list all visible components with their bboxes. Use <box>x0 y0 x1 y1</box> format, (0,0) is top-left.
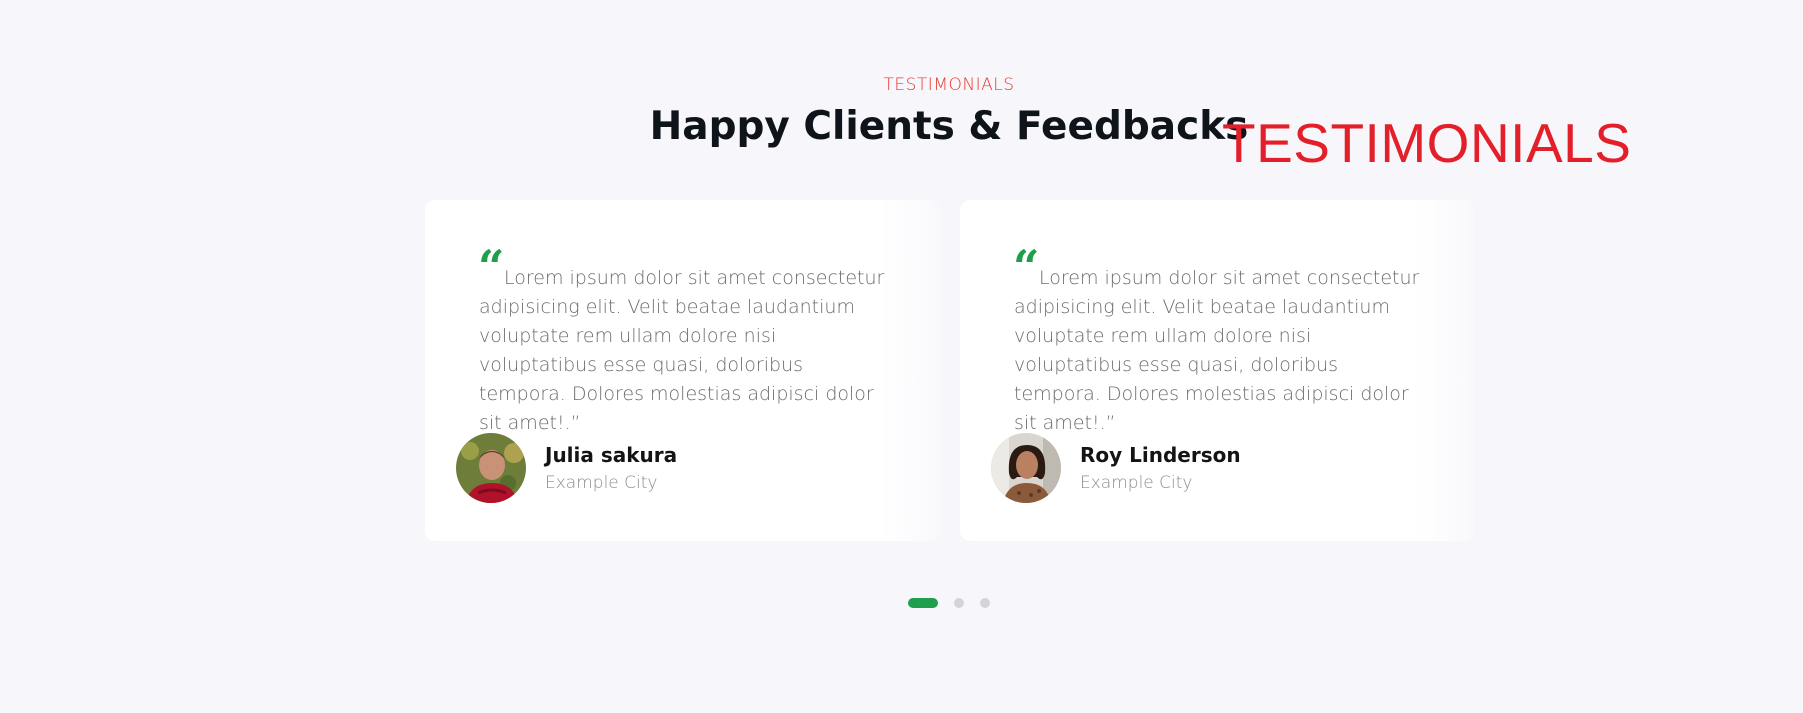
avatar <box>456 433 526 503</box>
testimonial-card: “ Lorem ipsum dolor sit amet consectetur… <box>960 200 1475 541</box>
author-city: Example City <box>545 473 658 493</box>
author-city: Example City <box>1080 473 1193 493</box>
overlay-label: TESTIMONIALS <box>1222 112 1632 174</box>
testimonial-author: Roy Linderson Example City <box>991 433 1241 503</box>
testimonial-carousel[interactable]: “ Lorem ipsum dolor sit amet consectetur… <box>425 200 1475 541</box>
testimonial-text: Lorem ipsum dolor sit amet consectetur a… <box>479 267 885 434</box>
testimonial-text: Lorem ipsum dolor sit amet consectetur a… <box>1014 267 1420 434</box>
author-name: Roy Linderson <box>1080 443 1241 467</box>
testimonial-author: Julia sakura Example City <box>456 433 677 503</box>
pagination-dot-1[interactable] <box>908 598 938 608</box>
pagination-dot-3[interactable] <box>980 598 990 608</box>
section-eyebrow: TESTIMONIALS <box>883 75 1015 95</box>
author-name: Julia sakura <box>545 443 678 467</box>
carousel-pagination <box>908 598 990 608</box>
avatar <box>991 433 1061 503</box>
testimonial-card: “ Lorem ipsum dolor sit amet consectetur… <box>425 200 940 541</box>
pagination-dot-2[interactable] <box>954 598 964 608</box>
testimonials-section: TESTIMONIALS Happy Clients & Feedbacks T… <box>0 0 1803 713</box>
